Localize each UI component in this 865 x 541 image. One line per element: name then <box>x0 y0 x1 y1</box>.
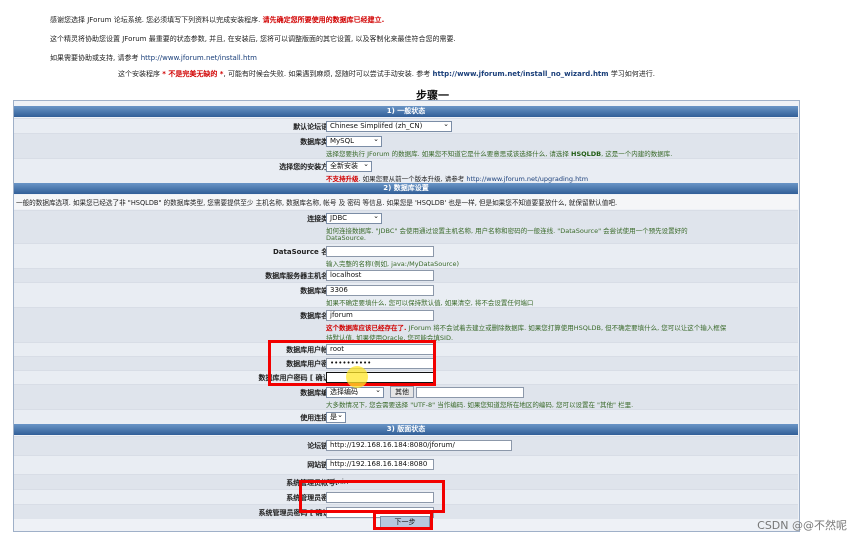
db-name-hint: 这个数据库应该已经存在了. JForum 将不会试着去建立或删除数据库. 如果您… <box>326 322 726 332</box>
intro-note-text-2: , 可能有时候会失败. 如果遇到麻烦, 您随时可以尝试手动安装. 参考 <box>223 70 433 78</box>
install-help-link[interactable]: http://www.jforum.net/install.htm <box>141 54 257 62</box>
db-encoding-hint: 大多数情况下, 您会需要选择 "UTF-8" 当作编码. 如果您知道您所在地区的… <box>326 401 634 409</box>
row-db-host: 数据库服务器主机名称: localhost <box>14 268 798 282</box>
manual-install-link[interactable]: http://www.jforum.net/install_no_wizard.… <box>432 70 608 78</box>
row-datasource: DataSource 名称: 输入完整的名称(例如, java:/MyDataS… <box>14 243 798 268</box>
encoding-other-button[interactable]: 其他 <box>390 386 414 398</box>
db-type-hint-text-2: , 这是一个内建的数据库. <box>601 150 673 158</box>
row-db-port: 数据库端口: 3306 如果不确定要填什么, 您可以保持默认值, 如果清空, 将… <box>14 282 798 307</box>
db-type-select[interactable]: MySQL <box>326 135 382 147</box>
site-link-input[interactable]: http://192.168.16.184:8080 <box>326 459 434 470</box>
db-type-hint-text: 选择您要执行 JForum 的数据库. 如果您不知道它是什么要意思或该选择什么,… <box>326 150 571 158</box>
install-hint-text: . 如果您要从前一个版本升级, 请参考 <box>358 175 467 183</box>
db-must-exist: 这个数据库应该已经存在了. <box>326 324 407 332</box>
highlight-next-button <box>373 511 433 530</box>
install-type-select[interactable]: 全新安装 <box>326 160 372 172</box>
db-description: 一般的数据库选项. 如果您已经选了非 "HSQLDB" 的数据库类型, 您需要提… <box>14 195 798 209</box>
intro-line-3: 如果需要协助或支持, 请参考 http://www.jforum.net/ins… <box>50 53 257 63</box>
row-connection-pool: 使用连接池: 是 <box>14 409 798 424</box>
intro-line-4: 这个安装程序 * 不是完美无缺的 *, 可能有时候会失败. 如果遇到麻烦, 您随… <box>118 69 655 79</box>
connection-type-select[interactable]: JDBC <box>326 212 382 224</box>
section-header-database: 2) 数据库设置 <box>14 183 798 194</box>
datasource-input[interactable] <box>326 246 434 257</box>
intro-note-text-3: 学习如何进行. <box>608 70 656 78</box>
db-host-input[interactable]: localhost <box>326 270 434 281</box>
cursor-highlight-icon <box>346 366 368 388</box>
intro-line-2: 这个精灵将协助您设置 JForum 最重要的状态参数, 并且, 在安装后, 您将… <box>50 35 456 43</box>
intro-help-text: 如果需要协助或支持, 请参考 <box>50 54 141 62</box>
language-select[interactable]: Chinese Simplifed (zh_CN) <box>326 120 452 132</box>
row-db-name: 数据库名称: jforum 这个数据库应该已经存在了. JForum 将不会试着… <box>14 307 798 342</box>
section-header-forum: 3) 版面状态 <box>14 424 798 435</box>
db-type-hint: 选择您要执行 JForum 的数据库. 如果您不知道它是什么要意思或该选择什么,… <box>326 148 672 158</box>
forum-link-input[interactable]: http://192.168.16.184:8080/jforum/ <box>326 440 512 451</box>
row-forum-link: 论坛链接: http://192.168.16.184:8080/jforum/ <box>14 436 798 455</box>
connection-pool-select[interactable]: 是 <box>326 411 346 423</box>
upgrade-unsupported: 不支持升级 <box>326 175 359 183</box>
highlight-admin-password <box>299 480 445 513</box>
db-type-hint-hsqldb: HSQLDB <box>571 150 602 158</box>
connection-type-hint-1: 如何连接数据库. "JDBC" 会使用通过设置主机名称, 用户名称和密码的一般连… <box>326 227 688 235</box>
watermark: CSDN @@不然呢 <box>757 519 847 532</box>
datasource-hint: 输入完整的名称(例如, java:/MyDataSource) <box>326 260 460 268</box>
section-header-general: 1) 一般状态 <box>14 106 798 117</box>
intro-not-perfect: * 不是完美无缺的 * <box>162 70 224 78</box>
db-port-input[interactable]: 3306 <box>326 285 434 296</box>
db-name-hint-text: JForum 将不会试着去建立或删除数据库. 如果您打算使用HSQLDB, 但不… <box>406 324 727 332</box>
row-db-type: 数据库类型: MySQL 选择您要执行 JForum 的数据库. 如果您不知道它… <box>14 133 798 158</box>
row-install-type: 选择您的安装方式: 全新安装 不支持升级. 如果您要从前一个版本升级, 请参考 … <box>14 158 798 183</box>
row-site-link: 网站链接: http://192.168.16.184:8080 <box>14 455 798 474</box>
intro-line-1: 感谢您选择 JForum 论坛系统. 您必须填写下列资料以完成安装程序. 请先确… <box>50 15 384 25</box>
row-db-encoding: 数据库编码: 选择编码 其他 大多数情况下, 您会需要选择 "UTF-8" 当作… <box>14 384 798 409</box>
encoding-other-input[interactable] <box>416 387 524 398</box>
install-type-hint: 不支持升级. 如果您要从前一个版本升级, 请参考 http://www.jfor… <box>326 173 588 183</box>
db-port-hint: 如果不确定要填什么, 您可以保持默认值, 如果清空, 将不会设置任何端口 <box>326 299 534 307</box>
db-name-input[interactable]: jforum <box>326 310 434 321</box>
row-language: 默认论坛语言: Chinese Simplifed (zh_CN) <box>14 118 798 133</box>
connection-type-hint-2: DataSource. <box>326 234 366 242</box>
intro-note-text: 这个安装程序 <box>118 70 163 78</box>
intro-text: 感谢您选择 JForum 论坛系统. 您必须填写下列资料以完成安装程序. <box>50 16 263 24</box>
upgrading-link[interactable]: http://www.jforum.net/upgrading.htm <box>466 175 588 183</box>
intro-warning: 请先确定您所要使用的数据库已经建立. <box>262 16 385 24</box>
row-connection-type: 连接类型: JDBC 如何连接数据库. "JDBC" 会使用通过设置主机名称, … <box>14 210 798 243</box>
db-encoding-select[interactable]: 选择编码 <box>326 386 384 398</box>
